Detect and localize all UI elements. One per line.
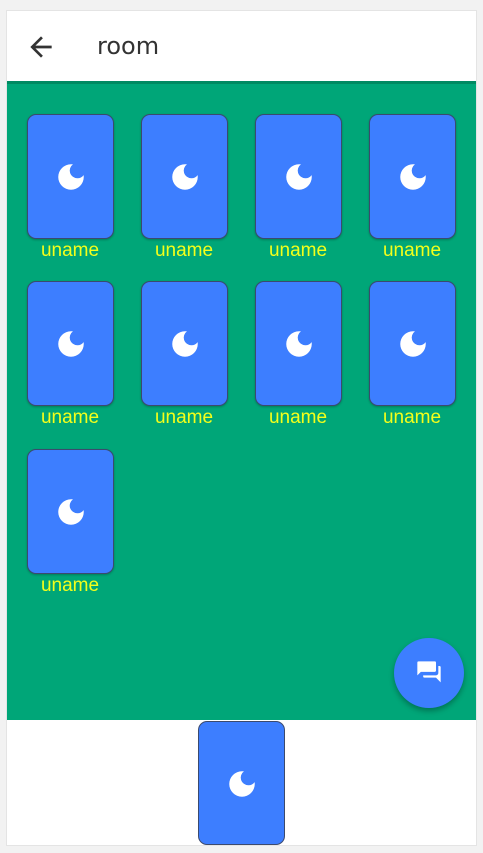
moon-icon (58, 164, 84, 190)
moon-icon (58, 499, 84, 525)
player-card[interactable] (141, 281, 228, 406)
app-window: room uname uname uname uname uname uname… (7, 11, 476, 845)
player-seat: uname (141, 281, 229, 431)
app-bar: room (7, 11, 476, 81)
player-seat: uname (27, 114, 115, 264)
chat-button[interactable] (394, 638, 464, 708)
game-table: uname uname uname uname uname uname unam… (7, 81, 476, 720)
player-seat: uname (27, 449, 115, 599)
player-card[interactable] (369, 114, 456, 239)
moon-icon (400, 331, 426, 357)
player-seat: uname (369, 281, 457, 431)
player-name: uname (154, 240, 214, 261)
player-card[interactable] (27, 449, 114, 574)
moon-icon (172, 164, 198, 190)
player-name: uname (382, 240, 442, 261)
player-name: uname (154, 407, 214, 428)
player-card[interactable] (27, 114, 114, 239)
player-card[interactable] (255, 114, 342, 239)
player-name: uname (268, 407, 328, 428)
player-seat: uname (255, 114, 343, 264)
player-seat: uname (369, 114, 457, 264)
moon-icon (400, 164, 426, 190)
player-card[interactable] (255, 281, 342, 406)
moon-icon (286, 331, 312, 357)
moon-icon (58, 331, 84, 357)
moon-icon (286, 164, 312, 190)
back-button[interactable] (25, 31, 57, 63)
player-name: uname (40, 575, 100, 596)
player-name: uname (40, 240, 100, 261)
arrow-left-icon (30, 36, 52, 58)
player-seat: uname (27, 281, 115, 431)
table-divider (7, 81, 476, 84)
moon-icon (229, 771, 255, 797)
player-hand (7, 720, 476, 845)
player-name: uname (268, 240, 328, 261)
player-card[interactable] (141, 114, 228, 239)
player-seat: uname (141, 114, 229, 264)
chat-icon (417, 661, 441, 683)
player-card[interactable] (369, 281, 456, 406)
player-name: uname (40, 407, 100, 428)
moon-icon (172, 331, 198, 357)
page-title: room (97, 32, 160, 60)
player-seat: uname (255, 281, 343, 431)
player-name: uname (382, 407, 442, 428)
hand-card[interactable] (198, 721, 285, 845)
player-card[interactable] (27, 281, 114, 406)
